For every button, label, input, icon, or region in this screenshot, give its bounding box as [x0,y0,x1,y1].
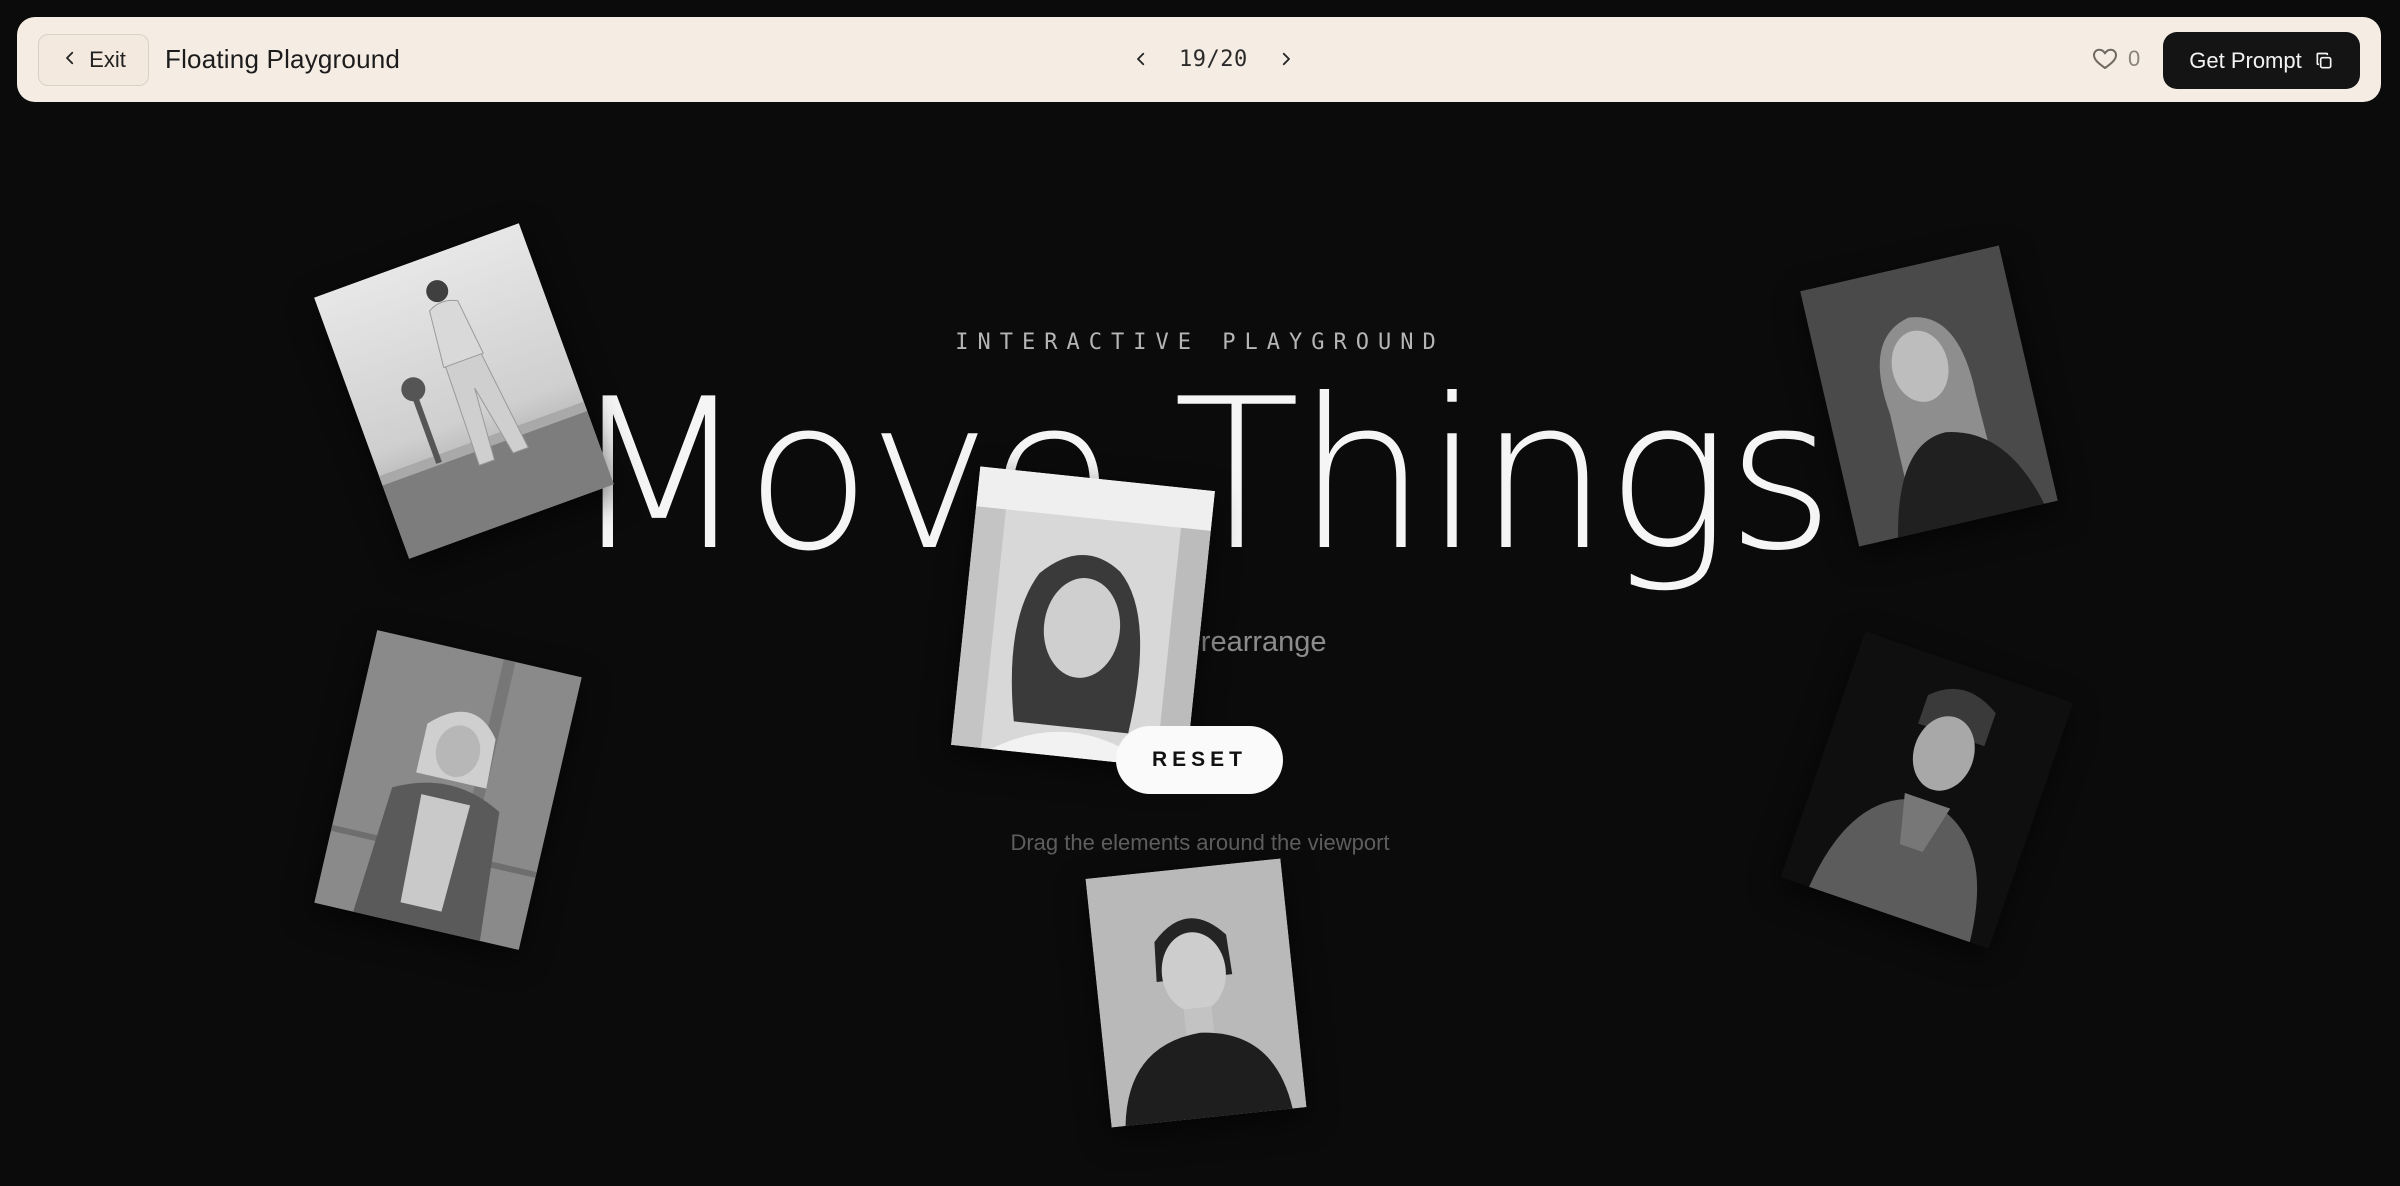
page-title: Floating Playground [165,44,401,74]
exit-label: Exit [89,47,126,72]
copy-icon [2316,52,2332,68]
chevron-right-icon [1282,52,1290,66]
previous-button[interactable] [1129,47,1153,71]
pager: 19/20 [1129,39,1298,79]
heart-icon [2093,48,2117,69]
reset-button[interactable]: RESET [1116,726,1283,794]
chevron-left-icon [1137,52,1145,66]
exit-button[interactable]: Exit [38,34,149,86]
photo-card-hoodie-person[interactable] [314,629,582,951]
photo-card-window-woman[interactable] [951,466,1215,770]
get-prompt-button[interactable]: Get Prompt [2163,32,2360,89]
get-prompt-label: Get Prompt [2189,47,2302,73]
photo-card-portrait-woman[interactable] [1085,858,1307,1128]
top-bar: Exit Floating Playground 19/20 0 Get Pro… [17,17,2381,102]
chevron-left-icon [61,47,79,73]
photo-card-sweater-man[interactable] [1780,631,2074,949]
page-counter: 19/20 [1179,46,1248,72]
like-count: 0 [2128,46,2141,71]
next-button[interactable] [1274,47,1298,71]
like-button[interactable]: 0 [2092,46,2140,72]
